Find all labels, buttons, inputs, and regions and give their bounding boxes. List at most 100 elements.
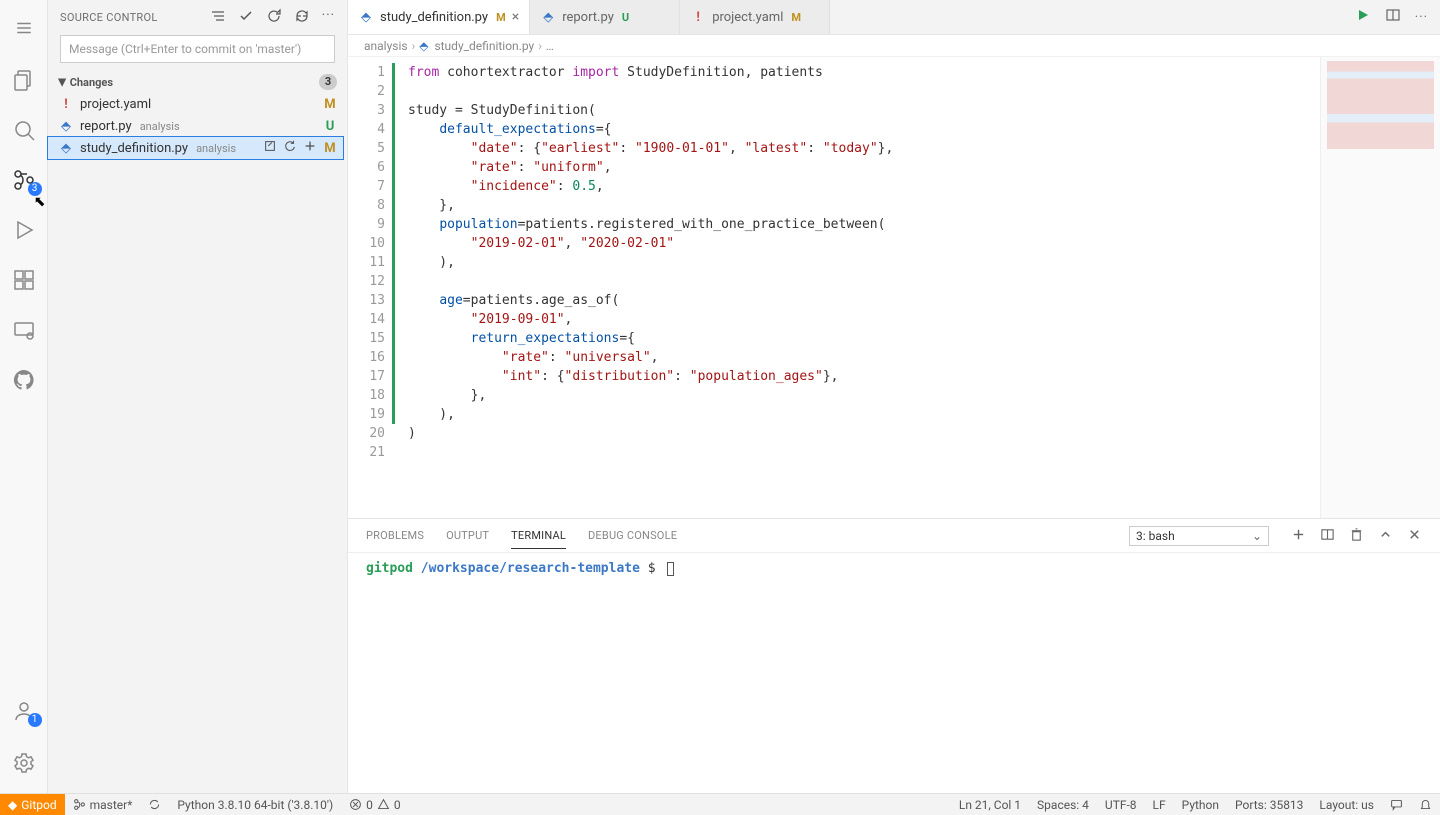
tab-status: M (496, 11, 506, 24)
python-file-icon: ⬘ (540, 10, 556, 25)
editor-tab[interactable]: !project.yamlM (680, 0, 830, 34)
stage-icon[interactable] (303, 139, 317, 157)
change-item[interactable]: ⬘report.pyanalysisU (48, 115, 343, 137)
ports[interactable]: Ports: 35813 (1227, 798, 1311, 812)
line-number: 6 (348, 158, 385, 177)
source-control-icon[interactable]: 3 ⬉ (0, 156, 48, 204)
line-number-gutter: 123456789101112131415161718192021 (348, 57, 398, 518)
status-bar: ◆ Gitpod master* Python 3.8.10 64-bit ('… (0, 793, 1440, 815)
code-editor[interactable]: from cohortextractor import StudyDefinit… (398, 57, 1320, 518)
panel-tab-output[interactable]: OUTPUT (446, 529, 489, 542)
file-status: M (323, 141, 337, 156)
panel-tab-debug-console[interactable]: DEBUG CONSOLE (588, 529, 677, 542)
sidebar-title: SOURCE CONTROL (60, 11, 158, 24)
tab-label: project.yaml (712, 10, 783, 25)
kill-terminal-icon[interactable] (1349, 527, 1364, 545)
view-tree-icon[interactable] (210, 8, 226, 28)
github-icon[interactable] (0, 356, 48, 404)
layout[interactable]: Layout: us (1311, 798, 1382, 812)
language-mode[interactable]: Python (1174, 798, 1227, 812)
changes-label: Changes (70, 76, 113, 89)
tab-status: U (622, 11, 629, 24)
commit-message-input[interactable]: Message (Ctrl+Enter to commit on 'master… (60, 35, 335, 63)
file-folder: analysis (140, 120, 180, 133)
terminal-prompt-symbol: $ (648, 561, 656, 576)
split-editor-icon[interactable] (1385, 7, 1401, 27)
search-icon[interactable] (0, 106, 48, 154)
gitpod-icon: ◆ (8, 798, 17, 812)
refresh-icon[interactable] (266, 8, 282, 28)
activity-bar: 3 ⬉ 1 (0, 0, 48, 793)
explorer-icon[interactable] (0, 56, 48, 104)
python-interpreter[interactable]: Python 3.8.10 64-bit ('3.8.10') (169, 798, 341, 812)
editor-tab[interactable]: ⬘ report.py U (530, 0, 680, 34)
run-file-icon[interactable] (1355, 7, 1371, 27)
indentation[interactable]: Spaces: 4 (1029, 798, 1097, 812)
line-number: 13 (348, 291, 385, 310)
sync-icon[interactable] (294, 8, 310, 28)
sync-button[interactable] (140, 798, 169, 811)
cursor-position[interactable]: Ln 21, Col 1 (951, 798, 1029, 812)
line-number: 1 (348, 63, 385, 82)
discard-icon[interactable] (283, 139, 297, 157)
line-number: 2 (348, 82, 385, 101)
tab-label: report.py (562, 10, 614, 25)
python-file-icon: ⬘ (58, 119, 74, 134)
python-file-icon: ⬘ (358, 10, 374, 25)
eol[interactable]: LF (1145, 798, 1174, 812)
line-number: 9 (348, 215, 385, 234)
remote-icon[interactable] (0, 306, 48, 354)
gitpod-button[interactable]: ◆ Gitpod (0, 794, 65, 815)
terminal-cursor (667, 562, 674, 576)
python-file-icon: ⬘ (419, 39, 428, 53)
minimap[interactable] (1320, 57, 1440, 518)
breadcrumb-sep: › (412, 39, 416, 53)
more-actions-icon[interactable]: ··· (1415, 10, 1428, 25)
line-number: 7 (348, 177, 385, 196)
line-number: 11 (348, 253, 385, 272)
terminal-user: gitpod (366, 561, 413, 576)
branch-indicator[interactable]: master* (65, 798, 141, 812)
close-panel-icon[interactable] (1407, 527, 1422, 545)
commit-icon[interactable] (238, 8, 254, 28)
line-number: 19 (348, 405, 385, 424)
line-number: 17 (348, 367, 385, 386)
split-terminal-icon[interactable] (1320, 527, 1335, 545)
panel-tab-terminal[interactable]: TERMINAL (511, 529, 566, 549)
source-control-sidebar: SOURCE CONTROL ··· Message (Ctrl+Enter t… (48, 0, 348, 793)
file-name: study_definition.py (80, 141, 188, 156)
terminal-selector[interactable]: 3: bash (1129, 526, 1269, 546)
change-item[interactable]: ⬘study_definition.pyanalysis M (48, 137, 343, 159)
line-number: 3 (348, 101, 385, 120)
tab-label: study_definition.py (380, 10, 488, 25)
extensions-icon[interactable] (0, 256, 48, 304)
terminal[interactable]: gitpod /workspace/research-template $ (348, 553, 1440, 793)
open-file-icon[interactable] (263, 139, 277, 157)
line-number: 14 (348, 310, 385, 329)
problems-indicator[interactable]: 0 0 (341, 798, 409, 812)
diff-added-marker (392, 63, 395, 424)
file-status: U (323, 119, 337, 134)
encoding[interactable]: UTF-8 (1097, 798, 1145, 812)
menu-button[interactable] (0, 6, 48, 54)
new-terminal-icon[interactable] (1291, 527, 1306, 545)
maximize-panel-icon[interactable] (1378, 527, 1393, 545)
change-item[interactable]: !project.yamlM (48, 93, 343, 115)
chevron-down-icon: ▶ (56, 78, 67, 86)
file-folder: analysis (196, 142, 236, 155)
line-number: 16 (348, 348, 385, 367)
changes-section-header[interactable]: ▶Changes 3 (48, 71, 347, 93)
feedback-icon[interactable] (1382, 798, 1411, 811)
panel-tab-problems[interactable]: PROBLEMS (366, 529, 424, 542)
line-number: 10 (348, 234, 385, 253)
bell-icon[interactable] (1411, 798, 1440, 811)
close-tab-icon[interactable]: × (512, 9, 519, 25)
run-debug-icon[interactable] (0, 206, 48, 254)
breadcrumb[interactable]: analysis › ⬘ study_definition.py › … (348, 35, 1440, 57)
line-number: 21 (348, 443, 385, 462)
line-number: 4 (348, 120, 385, 139)
accounts-icon[interactable]: 1 (0, 687, 48, 735)
editor-tab[interactable]: ⬘ study_definition.py M × (348, 0, 530, 34)
settings-gear-icon[interactable] (0, 739, 48, 787)
more-icon[interactable]: ··· (322, 8, 335, 28)
